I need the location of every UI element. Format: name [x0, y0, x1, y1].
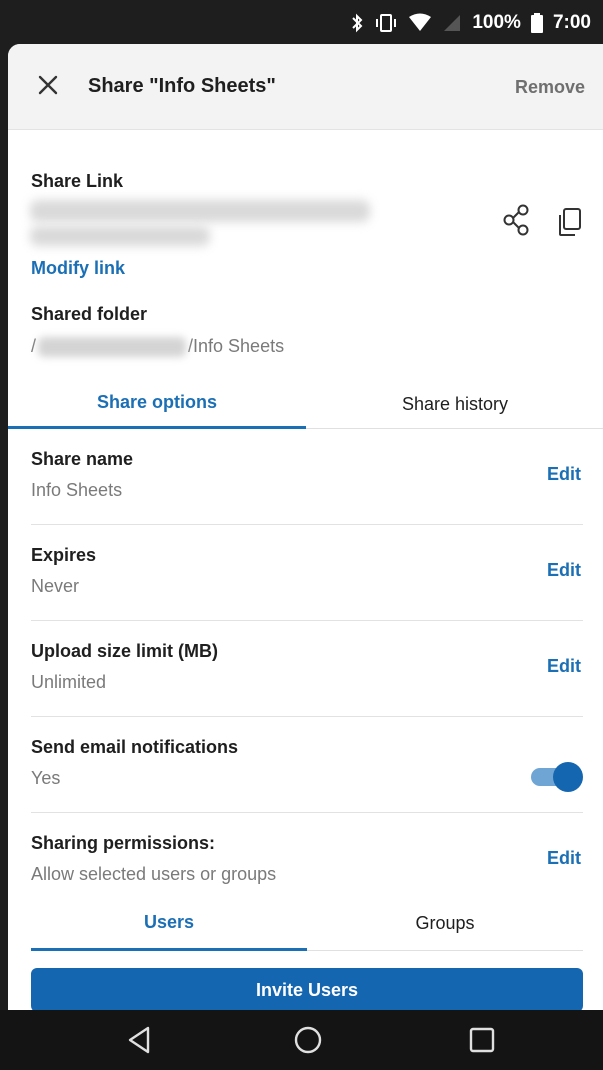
upload-limit-label: Upload size limit (MB): [31, 641, 219, 661]
folder-path-prefix: /: [31, 336, 37, 356]
sharing-permissions-value: Allow selected users or groups: [31, 864, 277, 884]
remove-button[interactable]: Remove: [515, 77, 585, 98]
battery-percent: 100%: [472, 12, 521, 33]
setting-row-email-notifications: Send email notifications Yes: [31, 717, 583, 813]
toggle-knob: [553, 762, 583, 792]
recent-apps-icon[interactable]: [466, 1024, 498, 1056]
sheet-header: Share "Info Sheets" Remove: [8, 44, 603, 130]
setting-row-upload-limit: Upload size limit (MB) Unlimited Edit: [31, 621, 583, 717]
battery-icon: [530, 13, 543, 33]
sharing-permissions-label: Sharing permissions:: [31, 833, 216, 853]
share-link-url-redacted: [30, 200, 370, 222]
tab-share-options[interactable]: Share options: [8, 379, 306, 429]
permission-tabs: Users Groups: [31, 896, 583, 951]
page-title: Share "Info Sheets": [88, 75, 276, 97]
share-sheet: Share "Info Sheets" Remove Share Link Mo…: [8, 44, 603, 1010]
email-notifications-toggle[interactable]: [531, 761, 583, 792]
setting-row-share-name: Share name Info Sheets Edit: [31, 429, 583, 525]
wifi-icon: [408, 13, 432, 33]
share-name-edit-button[interactable]: Edit: [547, 464, 581, 485]
share-link-url-redacted-2: [30, 226, 210, 246]
email-notifications-value: Yes: [31, 768, 61, 788]
setting-row-sharing-permissions: Sharing permissions: Allow selected user…: [31, 813, 583, 903]
email-notifications-label: Send email notifications: [31, 737, 239, 757]
status-bar: 100% 7:00: [0, 0, 603, 46]
tab-groups[interactable]: Groups: [307, 896, 583, 951]
share-tabs: Share options Share history: [8, 379, 603, 429]
bluetooth-icon: [350, 13, 364, 33]
expires-label: Expires: [31, 545, 97, 565]
shared-folder-path: / /Info Sheets: [31, 336, 284, 357]
setting-row-expires: Expires Never Edit: [31, 525, 583, 621]
home-icon[interactable]: [292, 1024, 324, 1056]
share-name-label: Share name: [31, 449, 134, 469]
share-link-label: Share Link: [31, 171, 124, 191]
expires-value: Never: [31, 576, 80, 596]
shared-folder-label: Shared folder: [31, 304, 148, 324]
tab-share-history[interactable]: Share history: [306, 379, 603, 429]
clock: 7:00: [552, 12, 591, 33]
back-icon[interactable]: [124, 1024, 156, 1056]
sharing-permissions-edit-button[interactable]: Edit: [547, 848, 581, 869]
copy-icon[interactable]: [558, 207, 582, 237]
close-icon: [38, 75, 58, 100]
upload-limit-value: Unlimited: [31, 672, 107, 692]
expires-edit-button[interactable]: Edit: [547, 560, 581, 581]
tab-users[interactable]: Users: [31, 896, 307, 951]
invite-users-button[interactable]: Invite Users: [31, 968, 583, 1010]
system-nav-bar: [0, 1010, 603, 1070]
vibrate-icon: [374, 13, 398, 33]
share-icon[interactable]: [503, 204, 531, 236]
signal-icon: [442, 13, 462, 33]
share-name-value: Info Sheets: [31, 480, 123, 500]
folder-path-redacted: [38, 336, 187, 357]
close-button[interactable]: [34, 73, 62, 101]
folder-path-suffix: /Info Sheets: [188, 336, 285, 356]
modify-link[interactable]: Modify link: [31, 258, 125, 279]
upload-limit-edit-button[interactable]: Edit: [547, 656, 581, 677]
